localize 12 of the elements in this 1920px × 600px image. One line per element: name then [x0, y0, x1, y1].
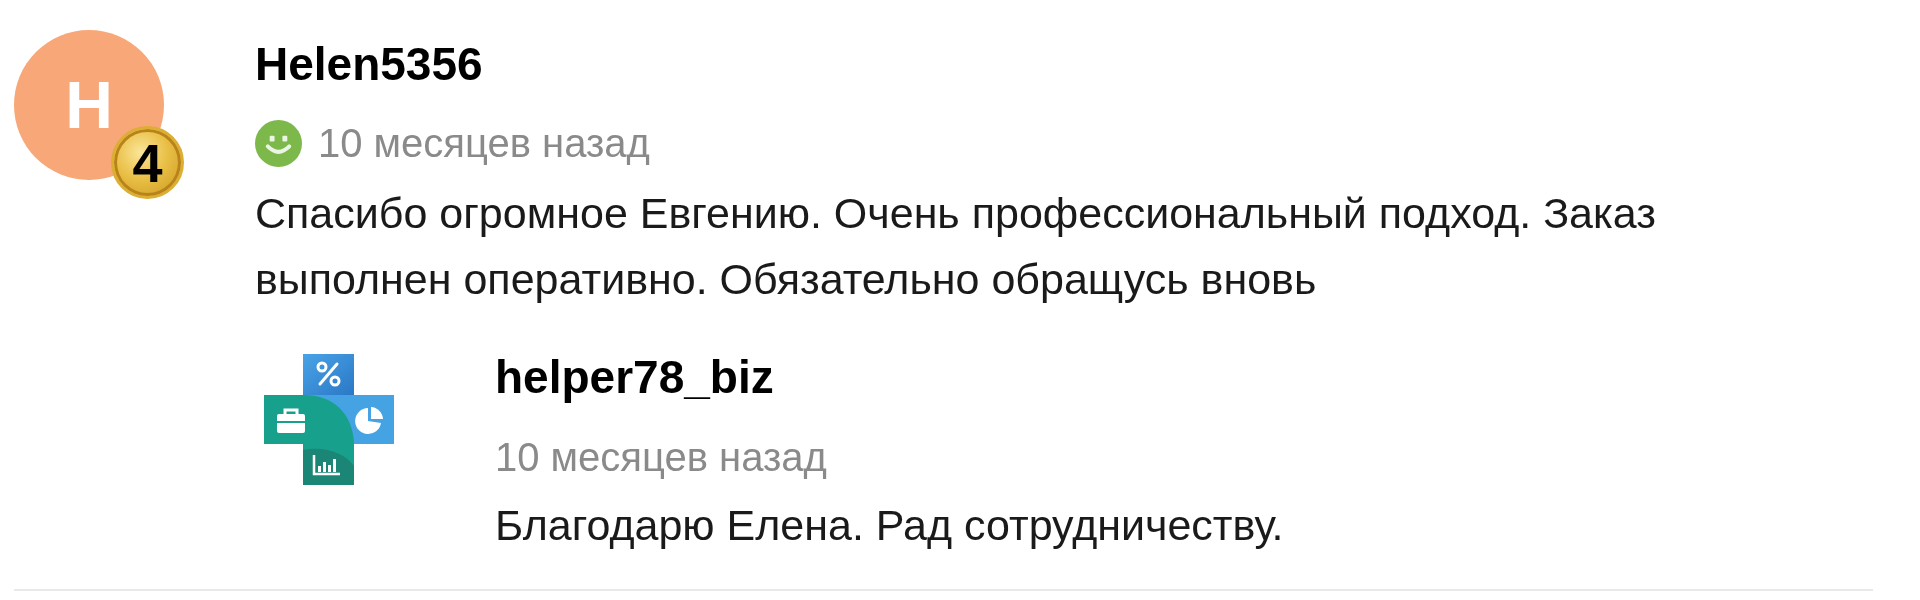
- review-time: 10 месяцев назад: [318, 120, 650, 168]
- reply-time: 10 месяцев назад: [495, 434, 828, 482]
- briefcase-icon: [277, 408, 305, 434]
- rank-medal-badge: 4: [111, 126, 184, 199]
- bar-chart-icon: [312, 455, 340, 476]
- review-text: Спасибо огромное Евгению. Очень профессиональный подход. Заказ выполнен оперативно. Обязательно обращусь вновь: [255, 188, 1657, 306]
- percent-icon: [316, 361, 341, 387]
- author-name-link[interactable]: helper78_biz: [495, 350, 774, 406]
- reply-text: Благодарю Елена. Рад сотрудничеству.: [495, 500, 1284, 552]
- author-name-link[interactable]: Helen5356: [255, 37, 483, 93]
- pie-chart-icon: [355, 407, 383, 435]
- smiley-icon: [255, 119, 302, 167]
